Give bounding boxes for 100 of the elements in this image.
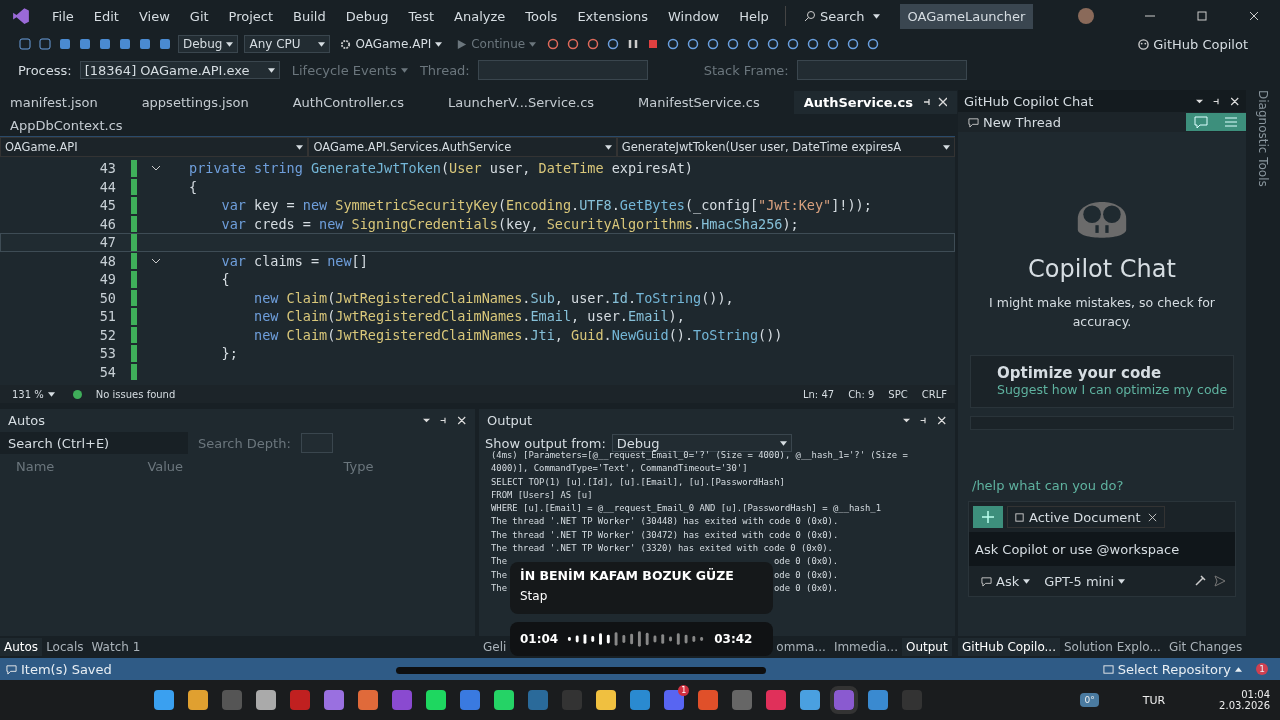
maximize-icon[interactable] xyxy=(1196,10,1208,22)
caret-icon xyxy=(400,67,408,73)
navigation-dropdown[interactable]: GenerateJwtToken(User user, DateTime expiresA xyxy=(616,137,955,157)
pin-close-icon[interactable] xyxy=(922,97,947,107)
zoom-dropdown[interactable]: 131 % xyxy=(8,388,59,400)
navigation-dropdown[interactable]: OAGame.API xyxy=(0,137,309,157)
elapsed-time: 01:04 xyxy=(520,632,559,646)
add-context-icon[interactable] xyxy=(973,506,1003,528)
tools-icon[interactable] xyxy=(1193,574,1207,588)
document-tab[interactable]: appsettings.json xyxy=(131,90,259,114)
weather-icon[interactable]: 0° xyxy=(1080,693,1099,707)
side-tab[interactable]: Diagnostic Tools xyxy=(1256,90,1270,187)
document-tab[interactable]: AuthService.cs xyxy=(793,90,957,114)
app-icon[interactable] xyxy=(698,690,719,710)
app-icon[interactable] xyxy=(868,690,889,710)
caret-icon xyxy=(296,144,304,150)
whitespace-mode[interactable]: SPC xyxy=(888,388,908,400)
avatar-icon[interactable] xyxy=(1078,8,1094,24)
close-icon[interactable] xyxy=(1146,511,1158,523)
status-message: Item(s) Saved xyxy=(21,661,112,677)
panel-title: Autos xyxy=(8,412,45,428)
panel-tab[interactable]: Output xyxy=(901,638,952,656)
model-dropdown[interactable]: GPT-5 mini xyxy=(1040,573,1130,589)
caret-icon xyxy=(529,41,537,47)
line-ending[interactable]: CRLF xyxy=(921,388,947,400)
navigation-dropdown[interactable]: OAGame.API.Services.AuthService xyxy=(308,137,617,157)
menu-item[interactable]: Tools xyxy=(515,8,568,24)
output-source-dropdown[interactable]: Debug xyxy=(611,434,792,452)
disclaimer-text: I might make mistakes, so check for accuracy. xyxy=(988,294,1216,331)
panel-tab[interactable]: omma... xyxy=(772,638,830,656)
send-icon[interactable] xyxy=(1213,574,1227,588)
suggestion-link[interactable]: Suggest how I can optimize my code xyxy=(997,382,1228,397)
app-icon[interactable] xyxy=(494,690,515,710)
solution-name: OAGameLauncher xyxy=(899,3,1034,29)
output-line: The thread '.NET TP Worker' (30448) has exited with code 0 (0x0). xyxy=(491,515,840,529)
search-depth-label: Search Depth: xyxy=(198,435,291,451)
document-tab[interactable]: AppDbContext.cs xyxy=(0,113,133,137)
clock-time[interactable]: 01:04 xyxy=(1241,689,1270,700)
menu-item[interactable]: Help xyxy=(729,8,779,24)
menu-item[interactable]: Edit xyxy=(83,8,129,24)
menu-item[interactable]: Debug xyxy=(335,8,399,24)
line-position: Ln: 47 xyxy=(802,388,835,400)
app-icon[interactable] xyxy=(460,690,481,710)
line-number: 44 xyxy=(98,178,116,195)
menu-item[interactable]: File xyxy=(42,8,84,24)
select-repository-button[interactable]: Select Repository xyxy=(1098,661,1246,677)
document-tab[interactable]: ManifestService.cs xyxy=(628,90,770,114)
document-tab[interactable]: manifest.json xyxy=(0,90,108,114)
document-tab[interactable]: LauncherV...Service.cs xyxy=(437,90,605,114)
panel-tab[interactable]: Locals xyxy=(42,638,88,656)
app-icon[interactable] xyxy=(630,690,651,710)
panel-tab[interactable]: Geli xyxy=(479,638,511,656)
suggestion-card[interactable]: Optimize your code Suggest how I can optimize my code xyxy=(970,355,1234,408)
close-icon[interactable] xyxy=(1248,10,1260,22)
process-dropdown[interactable]: [18364] OAGame.API.exe xyxy=(79,61,280,79)
startup-project-button[interactable]: OAGame.API xyxy=(336,37,447,51)
mode-dropdown[interactable]: Ask xyxy=(977,573,1035,589)
menu-item[interactable]: Project xyxy=(218,8,284,24)
message-icon xyxy=(6,663,17,675)
menu-item[interactable]: Analyze xyxy=(444,8,516,24)
line-number: 50 xyxy=(98,289,116,306)
menu-item[interactable]: View xyxy=(128,8,180,24)
menu-item[interactable]: Window xyxy=(657,8,730,24)
menu-item[interactable]: Extensions xyxy=(567,8,658,24)
caret-icon xyxy=(1023,578,1031,584)
clock-date[interactable]: 2.03.2026 xyxy=(1219,700,1270,711)
app-logo-icon xyxy=(12,7,30,25)
collapse-icon[interactable] xyxy=(151,165,161,172)
menu-item[interactable]: Test xyxy=(398,8,445,24)
check-icon xyxy=(72,389,82,399)
platform-dropdown[interactable]: Any CPU xyxy=(244,35,331,53)
panel-tab[interactable]: Solution Explo... xyxy=(1060,638,1165,656)
panel-tab[interactable]: Watch 1 xyxy=(87,638,145,656)
help-link[interactable]: /help what can you do? xyxy=(958,472,1246,499)
output-line: The thread '.NET TP Worker' (3320) has exited with code 0 (0x0). xyxy=(491,542,834,556)
context-chip[interactable]: Active Document xyxy=(1007,506,1165,528)
app-icon[interactable] xyxy=(426,690,447,710)
panel-tab[interactable]: GitHub Copilo... xyxy=(958,638,1060,656)
line-number: 45 xyxy=(98,197,116,214)
configuration-dropdown[interactable]: Debug xyxy=(178,35,239,53)
panel-tab[interactable]: Immedia... xyxy=(829,638,902,656)
panel-tab[interactable]: Git Changes xyxy=(1164,638,1247,656)
search-button[interactable]: Search xyxy=(791,8,892,24)
menu-item[interactable]: Git xyxy=(179,8,219,24)
total-time: 03:42 xyxy=(714,632,753,646)
panel-controls-icon[interactable] xyxy=(903,415,947,425)
collapse-icon[interactable] xyxy=(151,257,161,264)
caret-icon xyxy=(943,144,950,150)
language-indicator[interactable]: TUR xyxy=(1142,693,1166,707)
column-position: Ch: 9 xyxy=(848,388,875,400)
chat-input[interactable]: Ask Copilot or use @workspace xyxy=(969,532,1235,566)
panel-controls-icon[interactable] xyxy=(1196,96,1240,106)
document-tab[interactable]: AuthController.cs xyxy=(282,90,414,114)
panel-controls-icon[interactable] xyxy=(423,415,467,425)
copilot-button[interactable]: GitHub Copilot xyxy=(1134,36,1252,52)
search-field[interactable]: Search (Ctrl+E) xyxy=(0,432,188,454)
menu-item[interactable]: Build xyxy=(283,8,336,24)
popup-handle[interactable] xyxy=(396,667,766,674)
panel-tab[interactable]: Autos xyxy=(0,638,43,656)
notification-badge[interactable]: 1 xyxy=(1256,663,1268,675)
